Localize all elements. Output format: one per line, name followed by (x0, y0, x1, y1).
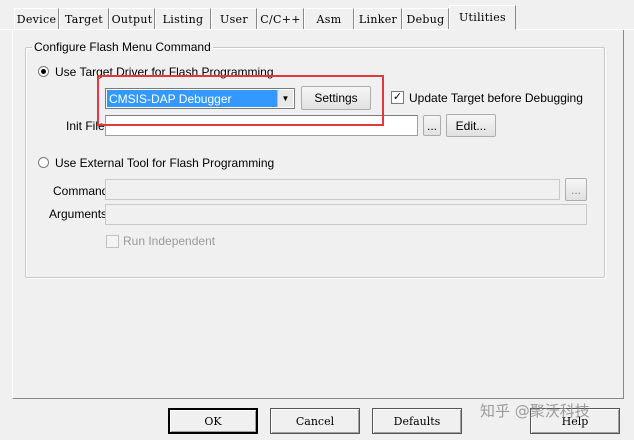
cancel-button[interactable]: Cancel (270, 408, 360, 434)
command-input[interactable] (105, 179, 560, 200)
run-independent-checkbox[interactable] (106, 235, 119, 248)
arguments-input[interactable] (105, 204, 587, 225)
tab-user[interactable]: User (211, 8, 257, 29)
annotation-highlight-box (97, 75, 384, 126)
tab-debug[interactable]: Debug (402, 8, 449, 29)
use-external-tool-radio[interactable] (38, 157, 49, 168)
tab-output[interactable]: Output (109, 8, 155, 29)
run-independent-label: Run Independent (123, 234, 216, 248)
use-external-tool-label: Use External Tool for Flash Programming (55, 156, 275, 170)
radio-selected-dot (41, 69, 46, 74)
init-file-browse-button[interactable]: ... (423, 115, 441, 136)
edit-button[interactable]: Edit... (446, 114, 496, 137)
command-label: Command: (53, 184, 112, 198)
tab-target[interactable]: Target (59, 8, 109, 29)
ok-button[interactable]: OK (168, 408, 258, 434)
checkmark-icon: ✓ (392, 91, 403, 103)
tab-linker[interactable]: Linker (354, 8, 402, 29)
command-browse-button[interactable]: ... (565, 178, 587, 201)
tab-device[interactable]: Device (14, 8, 59, 29)
tab-utilities[interactable]: Utilities (449, 5, 516, 30)
tab-asm[interactable]: Asm (304, 8, 354, 29)
group-title: Configure Flash Menu Command (32, 40, 213, 54)
arguments-label: Arguments: (49, 207, 111, 221)
update-target-label: Update Target before Debugging (409, 91, 583, 105)
tab-listing[interactable]: Listing (155, 8, 211, 29)
update-target-checkbox[interactable]: ✓ (391, 91, 404, 104)
use-target-driver-radio[interactable] (38, 66, 49, 77)
defaults-button[interactable]: Defaults (372, 408, 462, 434)
tab-c-cpp[interactable]: C/C++ (257, 8, 304, 29)
watermark-text: 知乎 @聚沃科技 (480, 402, 590, 420)
